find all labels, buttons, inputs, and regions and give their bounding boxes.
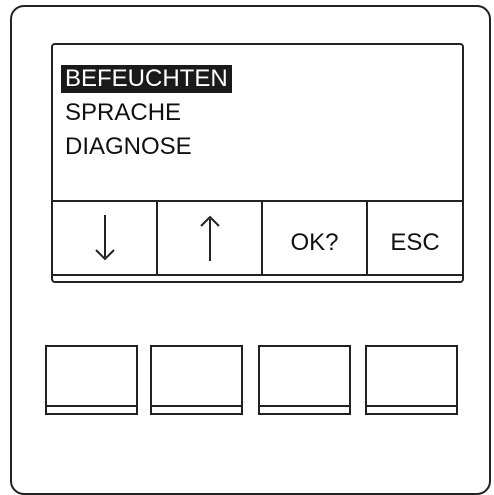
hardware-key-4[interactable] <box>365 345 458 415</box>
esc-label: ESC <box>390 229 440 256</box>
arrow-up-icon <box>199 215 220 261</box>
esc-soft-key[interactable]: ESC <box>366 200 464 276</box>
hardware-key-2[interactable] <box>150 345 243 415</box>
lcd-display: BEFEUCHTEN SPRACHE DIAGNOSE OK? ESC <box>51 43 464 283</box>
key-edge <box>152 405 241 407</box>
key-edge <box>260 405 349 407</box>
menu-item-diagnose[interactable]: DIAGNOSE <box>61 133 196 161</box>
control-panel: BEFEUCHTEN SPRACHE DIAGNOSE OK? ESC <box>10 5 491 495</box>
ok-soft-key[interactable]: OK? <box>261 200 368 276</box>
arrow-down-icon <box>94 215 115 261</box>
menu-item-befeuchten[interactable]: BEFEUCHTEN <box>61 65 232 93</box>
down-soft-key[interactable] <box>51 200 158 276</box>
key-edge <box>47 405 136 407</box>
up-soft-key[interactable] <box>156 200 263 276</box>
hardware-key-3[interactable] <box>258 345 351 415</box>
menu-item-sprache[interactable]: SPRACHE <box>61 99 185 127</box>
hardware-key-1[interactable] <box>45 345 138 415</box>
key-edge <box>367 405 456 407</box>
ok-label: OK? <box>290 229 339 256</box>
